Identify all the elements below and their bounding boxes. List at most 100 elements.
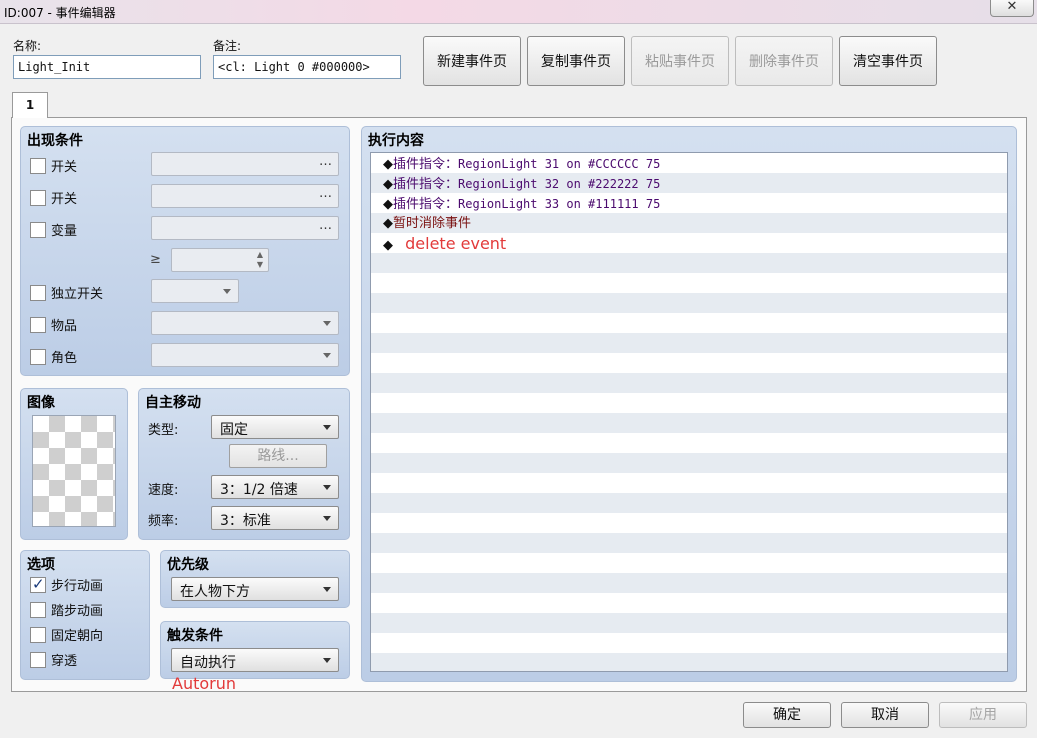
chevron-down-icon: [323, 658, 331, 663]
ellipsis-icon: …: [319, 218, 332, 233]
move-frequency-select[interactable]: 3：标准: [211, 506, 339, 530]
checkbox-box: [30, 348, 46, 365]
chevron-down-icon: [223, 289, 231, 294]
switch1-label: 开关: [51, 160, 78, 175]
chevron-down-icon: [323, 353, 331, 358]
trigger-value: 自动执行: [180, 655, 236, 671]
through-label: 穿透: [51, 654, 78, 669]
variable-label: 变量: [51, 224, 78, 239]
switch2-checkbox[interactable]: 开关: [30, 188, 77, 207]
move-type-select[interactable]: 固定: [211, 415, 339, 439]
close-icon: ✕: [1006, 0, 1018, 14]
conditions-title: 出现条件: [27, 133, 83, 149]
move-speed-select[interactable]: 3：1/2 倍速: [211, 475, 339, 499]
checkbox-box: [30, 651, 46, 668]
self-switch-label: 独立开关: [51, 287, 104, 302]
delete-event-annotation: delete event: [405, 234, 507, 253]
move-frequency-value: 3：标准: [220, 513, 271, 529]
checkbox-box: [30, 601, 46, 618]
ellipsis-icon: …: [319, 154, 332, 169]
move-type-label: 类型:: [148, 423, 179, 438]
stepping-animation-checkbox[interactable]: 踏步动画: [30, 600, 103, 619]
tab-page-1[interactable]: 1: [12, 92, 48, 118]
variable-checkbox[interactable]: 变量: [30, 220, 77, 239]
checkbox-box: [30, 189, 46, 206]
autonomous-title: 自主移动: [145, 395, 201, 411]
command-list[interactable]: ◆插件指令：RegionLight 31 on #CCCCCC 75 ◆插件指令…: [370, 152, 1008, 672]
self-switch-checkbox[interactable]: 独立开关: [30, 283, 103, 302]
switch1-checkbox[interactable]: 开关: [30, 156, 77, 175]
clear-page-button[interactable]: 清空事件页: [839, 36, 937, 86]
ellipsis-icon: …: [319, 186, 332, 201]
switch2-label: 开关: [51, 192, 78, 207]
variable-value-spinner[interactable]: ▲ ▼: [171, 248, 269, 272]
walking-animation-label: 步行动画: [51, 579, 104, 594]
checkbox-box: [30, 284, 46, 301]
close-button[interactable]: ✕: [990, 0, 1034, 17]
image-title: 图像: [27, 395, 55, 411]
move-type-value: 固定: [220, 422, 248, 438]
name-input[interactable]: Light_Init: [13, 55, 201, 79]
priority-value: 在人物下方: [180, 584, 250, 600]
actor-label: 角色: [51, 351, 78, 366]
move-speed-value: 3：1/2 倍速: [220, 482, 298, 498]
chevron-down-icon: [323, 321, 331, 326]
ok-button[interactable]: 确定: [743, 702, 831, 728]
cancel-button[interactable]: 取消: [841, 702, 929, 728]
command-row[interactable]: ◆暂时消除事件: [383, 214, 471, 234]
paste-page-button[interactable]: 粘贴事件页: [631, 36, 729, 86]
item-checkbox[interactable]: 物品: [30, 315, 77, 334]
diamond-icon: ◆: [383, 177, 393, 192]
chevron-down-icon: [323, 425, 331, 430]
command-text: RegionLight 31 on #CCCCCC 75: [458, 157, 661, 171]
direction-fix-checkbox[interactable]: 固定朝向: [30, 625, 103, 644]
name-label: 名称:: [13, 39, 42, 53]
self-switch-select[interactable]: [151, 279, 239, 303]
priority-title: 优先级: [167, 557, 209, 573]
checkbox-box: [30, 575, 46, 593]
item-label: 物品: [51, 319, 78, 334]
new-page-button[interactable]: 新建事件页: [423, 36, 521, 86]
delete-page-button[interactable]: 删除事件页: [735, 36, 833, 86]
command-type: 插件指令：: [393, 197, 459, 212]
chevron-down-icon: [323, 516, 331, 521]
command-row[interactable]: ◆插件指令：RegionLight 32 on #222222 75: [383, 174, 660, 194]
switch2-field[interactable]: …: [151, 184, 339, 208]
diamond-icon: ◆: [383, 216, 393, 231]
diamond-icon: ◆: [383, 197, 393, 212]
move-speed-label: 速度:: [148, 483, 179, 498]
note-input[interactable]: <cl: Light 0 #000000>: [213, 55, 401, 79]
checkbox-box: [30, 221, 46, 238]
move-frequency-label: 频率:: [148, 514, 179, 529]
route-button[interactable]: 路线...: [229, 444, 327, 468]
command-text: RegionLight 33 on #111111 75: [458, 197, 661, 211]
command-type: 插件指令：: [393, 177, 459, 192]
contents-title: 执行内容: [368, 133, 424, 149]
checkbox-box: [30, 626, 46, 643]
actor-select[interactable]: [151, 343, 339, 367]
priority-select[interactable]: 在人物下方: [171, 577, 339, 601]
copy-page-button[interactable]: 复制事件页: [527, 36, 625, 86]
command-text: 暂时消除事件: [393, 216, 472, 231]
window-title: ID:007 - 事件编辑器: [4, 6, 116, 20]
item-select[interactable]: [151, 311, 339, 335]
actor-checkbox[interactable]: 角色: [30, 347, 77, 366]
command-row[interactable]: ◆插件指令：RegionLight 33 on #111111 75: [383, 194, 660, 214]
direction-fix-label: 固定朝向: [51, 629, 104, 644]
autorun-annotation: Autorun: [172, 674, 237, 693]
stepping-animation-label: 踏步动画: [51, 604, 104, 619]
spinner-arrows-icon: ▲ ▼: [256, 250, 263, 269]
command-row[interactable]: ◆插件指令：RegionLight 31 on #CCCCCC 75: [383, 154, 660, 174]
checkbox-box: [30, 316, 46, 333]
command-row-empty[interactable]: ◆ delete event: [383, 234, 506, 254]
variable-field[interactable]: …: [151, 216, 339, 240]
note-label: 备注:: [213, 39, 242, 53]
trigger-select[interactable]: 自动执行: [171, 648, 339, 672]
apply-button[interactable]: 应用: [939, 702, 1027, 728]
switch1-field[interactable]: …: [151, 152, 339, 176]
through-checkbox[interactable]: 穿透: [30, 650, 77, 669]
diamond-icon: ◆: [383, 238, 393, 253]
event-image-preview[interactable]: [32, 415, 116, 527]
command-type: 插件指令：: [393, 157, 459, 172]
walking-animation-checkbox[interactable]: 步行动画: [30, 575, 103, 594]
